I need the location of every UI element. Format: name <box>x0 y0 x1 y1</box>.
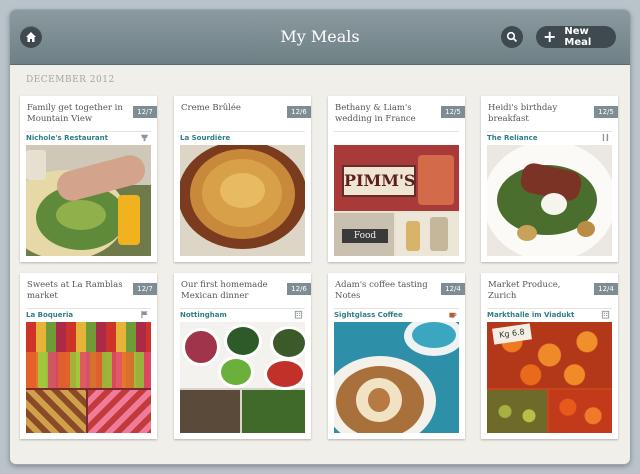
meal-place[interactable]: La Boqueria <box>26 308 151 321</box>
meal-place[interactable]: La Sourdière <box>180 131 305 144</box>
search-icon <box>506 31 518 43</box>
search-button[interactable] <box>501 26 523 48</box>
new-meal-label: New Meal <box>564 26 592 48</box>
meal-photo[interactable]: Kg 6.8 <box>487 322 612 433</box>
meal-place-name: La Sourdière <box>180 134 231 142</box>
meal-place[interactable]: The Reliance <box>487 131 612 144</box>
meal-place[interactable]: Sightglass Coffee <box>334 308 459 321</box>
meal-photo[interactable] <box>334 322 459 433</box>
fork-knife-icon <box>602 133 609 142</box>
new-meal-button[interactable]: + New Meal <box>536 26 616 48</box>
meal-photo[interactable] <box>180 322 305 433</box>
meal-title: Our first homemade Mexican dinner <box>181 280 268 301</box>
section-header: DECEMBER 2012 <box>26 75 115 85</box>
meal-title: Family get together in Mountain View <box>27 103 123 124</box>
meal-card[interactable]: Creme Brûlée 12/6 La Sourdière <box>174 96 311 262</box>
meal-place-name: Nichole's Restaurant <box>26 134 108 142</box>
meal-place-name: The Reliance <box>487 134 538 142</box>
meal-date: 12/7 <box>133 106 157 118</box>
meal-place-name: Nottingham <box>180 311 227 319</box>
meal-place[interactable]: Markthalle im Viadukt <box>487 308 612 321</box>
meal-card[interactable]: Family get together in Mountain View 12/… <box>20 96 157 262</box>
meal-photo[interactable] <box>180 145 305 256</box>
meal-card[interactable]: Market Produce, Zurich 12/4 Markthalle i… <box>481 273 618 439</box>
meal-place[interactable]: Nichole's Restaurant <box>26 131 151 144</box>
meal-place[interactable]: Nottingham <box>180 308 305 321</box>
cafe-icon <box>140 134 149 142</box>
meal-title: Sweets at La Ramblas market <box>27 280 123 301</box>
meal-title: Creme Brûlée <box>181 103 241 113</box>
meal-card[interactable]: Heidi's birthday breakfast 12/5 The Reli… <box>481 96 618 262</box>
meal-title: Bethany & Liam's wedding in France <box>335 103 416 124</box>
meal-date: 12/6 <box>287 283 311 295</box>
meal-card[interactable]: Bethany & Liam's wedding in France 12/5 … <box>328 96 465 262</box>
meal-card[interactable]: Our first homemade Mexican dinner 12/6 N… <box>174 273 311 439</box>
meal-title: Adam's coffee tasting Notes <box>335 280 428 301</box>
plus-icon: + <box>543 27 557 46</box>
coffee-cup-icon <box>449 312 457 318</box>
meal-place[interactable] <box>334 131 459 144</box>
meal-photo[interactable] <box>26 322 151 433</box>
meal-date: 12/7 <box>133 283 157 295</box>
meal-date: 12/4 <box>594 283 618 295</box>
meal-photo[interactable] <box>26 145 151 256</box>
meal-date: 12/5 <box>441 106 465 118</box>
meal-photo[interactable]: PIMM'S Food <box>334 145 459 256</box>
meal-place-name: La Boqueria <box>26 311 74 319</box>
meal-date: 12/6 <box>287 106 311 118</box>
meal-place-name: Sightglass Coffee <box>334 311 403 319</box>
meal-place-name: Markthalle im Viadukt <box>487 311 575 319</box>
meal-card[interactable]: Adam's coffee tasting Notes 12/4 Sightgl… <box>328 273 465 439</box>
food-sign: Food <box>342 229 388 243</box>
building-icon <box>294 310 303 319</box>
meal-date: 12/4 <box>441 283 465 295</box>
meal-title: Heidi's birthday breakfast <box>488 103 558 124</box>
meal-card[interactable]: Sweets at La Ramblas market 12/7 La Boqu… <box>20 273 157 439</box>
flag-icon <box>141 310 148 319</box>
meal-photo[interactable] <box>487 145 612 256</box>
building-icon <box>601 310 610 319</box>
meal-date: 12/5 <box>594 106 618 118</box>
app-frame: My Meals + New Meal DECEMBER 2012 Family… <box>10 10 630 464</box>
top-bar: My Meals + New Meal <box>10 10 630 65</box>
pimms-sign: PIMM'S <box>342 165 416 197</box>
meal-title: Market Produce, Zurich <box>488 280 561 301</box>
